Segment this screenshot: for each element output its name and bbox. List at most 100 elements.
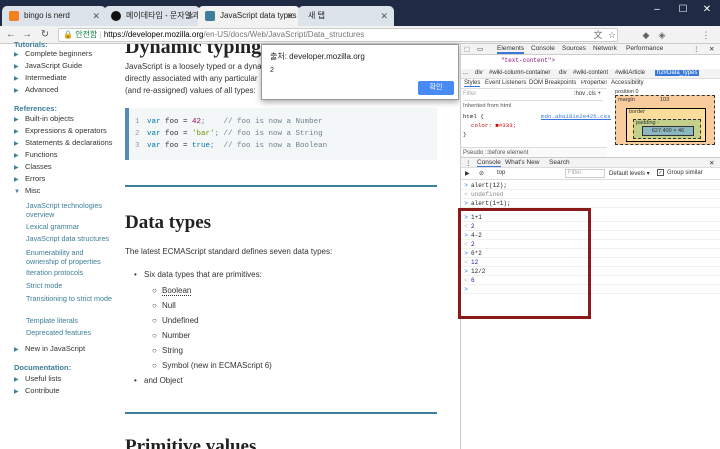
filter-options[interactable]: :hov .cls +	[574, 91, 601, 97]
sidebar-item-classes[interactable]: ▶ Classes	[14, 162, 52, 171]
menu-icon[interactable]: ⋮	[700, 29, 712, 41]
breadcrumb-item[interactable]: #wikiArticle	[615, 70, 645, 76]
sidebar-item-js-guide[interactable]: ▶ JavaScript Guide	[14, 61, 82, 70]
maximize-icon[interactable]: ☐	[670, 0, 696, 20]
list-item[interactable]: ○ Null	[152, 301, 176, 310]
browser-tab-3[interactable]: JavaScript data types and ✕	[198, 6, 300, 26]
tab-search[interactable]: Search	[549, 159, 570, 166]
close-icon[interactable]: ✕	[380, 6, 388, 26]
sidebar-sub-data-structures[interactable]: JavaScript data structures	[26, 234, 116, 243]
console-input-line[interactable]: > alert(1+1);	[461, 199, 720, 208]
sidebar-item-misc[interactable]: ▼ Misc	[14, 186, 40, 195]
sidebar-item-statements[interactable]: ▶ Statements & declarations	[14, 138, 113, 147]
breadcrumb-item[interactable]: h2#Data_types	[655, 70, 700, 76]
triangle-icon: ▶	[14, 64, 19, 70]
tab-console-drawer[interactable]: Console	[477, 159, 501, 167]
bm-margin: margin 103 border padding - 627.400 × 46	[615, 95, 715, 145]
sidebar-sub-strict-mode[interactable]: Strict mode	[26, 281, 116, 290]
minimize-icon[interactable]: –	[644, 0, 670, 20]
sidebar-item-expressions[interactable]: ▶ Expressions & operators	[14, 126, 107, 135]
breadcrumb-item[interactable]: #wiki-column-container	[489, 70, 550, 76]
close-icon[interactable]: ✕	[186, 6, 194, 26]
sidebar-item-errors[interactable]: ▶ Errors	[14, 174, 45, 183]
list-item[interactable]: ○ Undefined	[152, 316, 198, 325]
extension-icon[interactable]: ◆	[640, 29, 652, 41]
brave-icon	[9, 11, 19, 21]
alert-ok-button[interactable]: 확인	[418, 81, 454, 95]
list-item[interactable]: ○ Boolean	[152, 286, 192, 296]
code-line: 2 var foo = 'bar'; // foo is now a String	[135, 130, 323, 138]
tab-whats-new[interactable]: What's New	[505, 159, 539, 166]
breadcrumb-item[interactable]: ...	[463, 70, 468, 76]
console-filter-input[interactable]: Filter	[565, 169, 605, 178]
sidebar-item-contribute[interactable]: ▶ Contribute	[14, 386, 60, 395]
styles-filter-input[interactable]: Filter :hov .cls +	[463, 91, 603, 101]
drawer-menu-icon[interactable]: ⋮	[465, 159, 472, 167]
css-property[interactable]: color: ■#333;	[471, 122, 516, 129]
sidebar-item-new-in-js[interactable]: ▶ New in JavaScript	[14, 344, 85, 353]
css-source-link[interactable]: mdn.aba181e2e425.css:4	[541, 113, 618, 120]
list-item[interactable]: ○ String	[152, 346, 183, 355]
subtab-properties[interactable]: Properties	[581, 80, 607, 86]
bm-border: border padding - 627.400 × 46	[626, 108, 706, 142]
sidebar-sub-js-technologies[interactable]: JavaScript technologies overview	[26, 201, 116, 219]
menu-icon[interactable]: ⋮	[693, 45, 700, 53]
console-input-line[interactable]: > alert(12);	[461, 181, 720, 190]
sidebar-item-advanced[interactable]: ▶ Advanced	[14, 85, 58, 94]
triangle-icon: ▶	[14, 141, 19, 147]
url-input[interactable]: 🔒 안전함 | https://developer.mozilla.org/en…	[58, 28, 618, 42]
extension-icon[interactable]: ◈	[656, 29, 668, 41]
tab-label: bingo is nerd	[24, 11, 70, 20]
sidebar-sub-deprecated[interactable]: Deprecated features	[26, 328, 116, 337]
subtab-accessibility[interactable]: Accessibility	[611, 80, 644, 86]
close-window-icon[interactable]: ✕	[694, 0, 720, 20]
browser-tab-1[interactable]: bingo is nerd ✕	[2, 6, 106, 26]
browser-tab-2[interactable]: 메이데타입 - 문자열과 ✕	[104, 6, 200, 26]
tab-network[interactable]: Network	[593, 45, 617, 52]
close-icon[interactable]: ✕	[709, 159, 714, 167]
tutorials-heading: Tutorials:	[14, 40, 48, 49]
tab-console[interactable]: Console	[531, 45, 555, 52]
sidebar-sub-lexical-grammar[interactable]: Lexical grammar	[26, 222, 116, 231]
sidebar-sub-template-literals[interactable]: Template literals	[26, 316, 116, 325]
breadcrumb-item[interactable]: #wiki-content	[573, 70, 608, 76]
console-output-line[interactable]: < undefined	[461, 190, 720, 199]
tab-sources[interactable]: Sources	[562, 45, 586, 52]
breadcrumb-item[interactable]: div	[559, 70, 567, 76]
star-icon[interactable]: ☆	[606, 29, 618, 41]
close-icon[interactable]: ✕	[709, 45, 714, 53]
alert-message: 2	[270, 67, 274, 74]
css-rule-selector: html {	[463, 113, 484, 120]
inspect-icon[interactable]: ⬚	[464, 45, 470, 53]
log-levels-select[interactable]: Default levels ▾	[609, 170, 650, 177]
translate-icon[interactable]: 文	[592, 29, 604, 41]
tab-performance[interactable]: Performance	[626, 45, 663, 52]
subtab-styles[interactable]: Styles	[464, 80, 481, 87]
clear-console-icon[interactable]: ⊘	[479, 170, 484, 177]
sidebar-sub-enumerability[interactable]: Enumerability and ownership of propertie…	[26, 248, 116, 266]
sidebar-toggle-icon[interactable]: ▶	[465, 170, 470, 177]
sidebar-item-complete-beginners[interactable]: ▶ Complete beginners	[14, 49, 92, 58]
sidebar-item-builtin[interactable]: ▶ Built-in objects	[14, 114, 74, 123]
sidebar-item-functions[interactable]: ▶ Functions	[14, 150, 58, 159]
styles-pane: Filter :hov .cls + Inherited from html h…	[461, 89, 618, 147]
sidebar-item-useful-lists[interactable]: ▶ Useful lists	[14, 374, 61, 383]
device-icon[interactable]: ▭	[477, 45, 483, 53]
sidebar-sub-transition-strict[interactable]: Transitioning to strict mode	[26, 294, 116, 303]
close-icon[interactable]: ✕	[92, 6, 100, 26]
subtab-event-listeners[interactable]: Event Listeners	[485, 80, 526, 86]
breadcrumb-item[interactable]: div	[475, 70, 483, 76]
subtab-dom-breakpoints[interactable]: DOM Breakpoints	[529, 80, 576, 86]
dom-tree[interactable]: "text-content">	[461, 55, 720, 69]
context-select[interactable]: top	[497, 170, 505, 176]
list-item[interactable]: ○ Number	[152, 331, 190, 340]
documentation-heading: Documentation:	[14, 363, 72, 372]
browser-tab-4[interactable]: 새 탭 ✕	[298, 6, 394, 26]
sidebar-item-intermediate[interactable]: ▶ Intermediate	[14, 73, 67, 82]
list-item[interactable]: ○ Symbol (new in ECMAScript 6)	[152, 361, 272, 370]
group-similar-checkbox[interactable]: ✓	[657, 169, 664, 176]
tab-elements[interactable]: Elements	[497, 45, 525, 54]
sidebar-sub-iteration[interactable]: Iteration protocols	[26, 268, 116, 277]
close-icon[interactable]: ✕	[286, 6, 294, 26]
tab-label: 새 탭	[308, 11, 325, 20]
